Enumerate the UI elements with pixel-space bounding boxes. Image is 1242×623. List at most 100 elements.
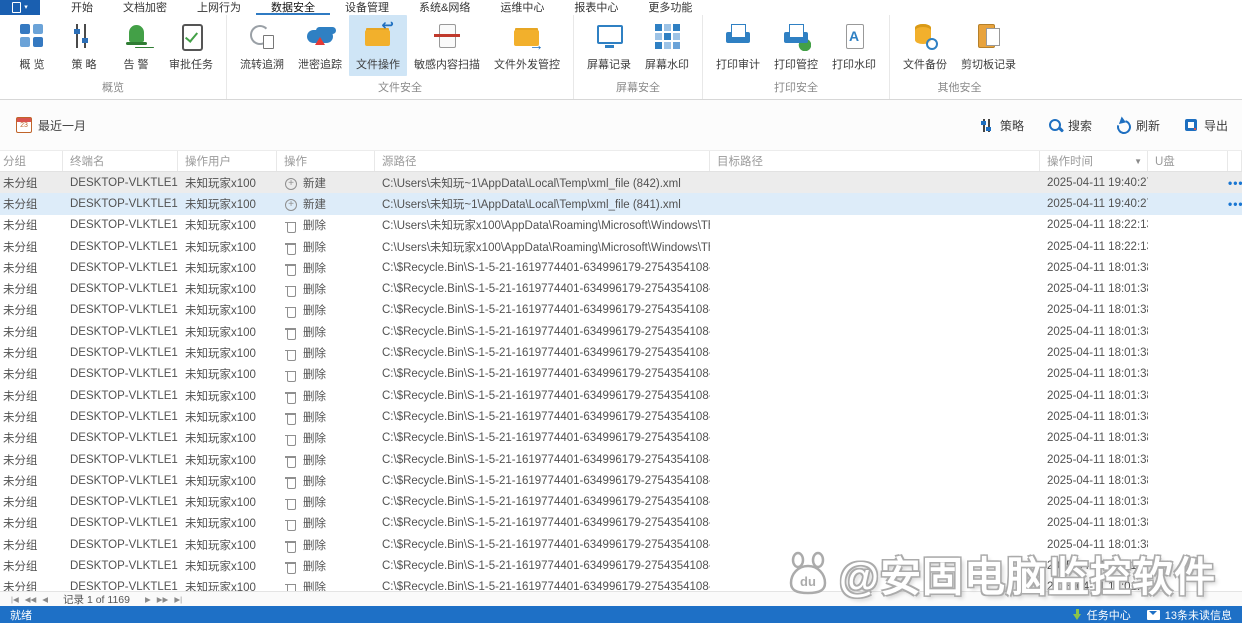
table-row[interactable]: 未分组 DESKTOP-VLKTLE1 未知玩家x100 删除 C:\$Recy… <box>0 321 1242 343</box>
task-center-button[interactable]: 任务中心 <box>1072 607 1131 623</box>
ribbon-button[interactable]: 概 览 <box>6 15 58 76</box>
toolbar-action-button[interactable]: 策略 <box>980 117 1024 134</box>
operation-label: 删除 <box>303 518 326 531</box>
toolbar-action-label: 策略 <box>999 118 1024 133</box>
column-header-user[interactable]: 操作用户 <box>178 151 277 171</box>
ribbon-button[interactable]: 泄密追踪 <box>291 15 349 76</box>
ribbon-button[interactable]: 文件操作 <box>349 15 407 76</box>
column-header-source-path[interactable]: 源路径 <box>375 151 710 171</box>
column-header-group[interactable]: 分组 <box>0 151 63 171</box>
table-row[interactable]: 未分组 DESKTOP-VLKTLE1 未知玩家x100 删除 C:\$Recy… <box>0 491 1242 513</box>
operation-icon <box>284 368 298 383</box>
ribbon-button[interactable]: 剪切板记录 <box>954 15 1023 76</box>
table-row[interactable]: 未分组 DESKTOP-VLKTLE1 未知玩家x100 删除 C:\$Recy… <box>0 299 1242 322</box>
nav-first-button[interactable]: |◀ <box>11 595 19 604</box>
column-header-time[interactable]: 操作时间 ▼ <box>1040 151 1148 171</box>
table-row[interactable]: 未分组 DESKTOP-VLKTLE1 未知玩家x100 删除 C:\Users… <box>0 235 1242 258</box>
column-header-terminal[interactable]: 终端名 <box>63 151 178 171</box>
cell-terminal: DESKTOP-VLKTLE1 <box>70 368 178 381</box>
app-menu-button[interactable]: ▾ <box>0 0 40 15</box>
ribbon-button[interactable]: 告 警 <box>110 15 162 76</box>
toolbar-action-label: 刷新 <box>1135 118 1160 133</box>
cell-time: 2025-04-11 18:01:38 <box>1047 283 1148 296</box>
menu-tab[interactable]: 系统&网络 <box>404 0 485 15</box>
mail-icon <box>1146 609 1160 620</box>
date-range-filter[interactable]: 最近一月 <box>16 117 86 134</box>
row-actions-button[interactable]: ••• <box>1228 197 1242 211</box>
operation-icon <box>284 283 298 298</box>
nav-last-button[interactable]: ▶| <box>174 595 182 604</box>
table-row[interactable]: 未分组 DESKTOP-VLKTLE1 未知玩家x100 删除 C:\$Recy… <box>0 384 1242 407</box>
nav-next-button[interactable]: ▶ <box>145 595 151 604</box>
table-row[interactable]: 未分组 DESKTOP-VLKTLE1 未知玩家x100 新建 C:\Users… <box>0 193 1242 215</box>
cell-source-path: C:\$Recycle.Bin\S-1-5-21-1619774401-6349… <box>382 559 710 572</box>
operation-label: 删除 <box>303 369 326 382</box>
unread-messages-label: 13条未读信息 <box>1164 609 1232 622</box>
ribbon-button-label: 打印水印 <box>832 59 876 71</box>
nav-next-page-button[interactable]: ▶▶ <box>157 595 169 604</box>
cell-user: 未知玩家x100 <box>185 539 256 552</box>
column-header-usb[interactable]: U盘 <box>1148 151 1228 171</box>
cell-time: 2025-04-11 18:01:38 <box>1047 453 1148 466</box>
toolbar-action-button[interactable]: 搜索 <box>1048 117 1092 134</box>
table-row[interactable]: 未分组 DESKTOP-VLKTLE1 未知玩家x100 删除 C:\$Recy… <box>0 448 1242 471</box>
table-row[interactable]: 未分组 DESKTOP-VLKTLE1 未知玩家x100 删除 C:\$Recy… <box>0 576 1242 592</box>
operation-label: 删除 <box>303 411 326 424</box>
cell-time: 2025-04-11 18:01:38 <box>1047 347 1148 360</box>
ribbon-button[interactable]: 敏感内容扫描 <box>407 15 487 76</box>
cell-terminal: DESKTOP-VLKTLE1 <box>70 325 178 338</box>
cell-source-path: C:\Users\未知玩~1\AppData\Local\Temp\xml_fi… <box>382 177 681 190</box>
table-row[interactable]: 未分组 DESKTOP-VLKTLE1 未知玩家x100 新建 C:\Users… <box>0 172 1242 194</box>
cell-user: 未知玩家x100 <box>185 497 256 510</box>
menu-tabs: 开始 文档加密 上网行为 数据安全 设备管理 系统&网络 运维中心 报表中心 更… <box>56 0 707 15</box>
table-row[interactable]: 未分组 DESKTOP-VLKTLE1 未知玩家x100 删除 C:\$Recy… <box>0 363 1242 385</box>
ribbon-button[interactable]: 文件备份 <box>896 15 954 76</box>
status-bar: 就绪 任务中心 13条未读信息 <box>0 606 1242 623</box>
menu-tab[interactable]: 数据安全 <box>256 0 330 15</box>
app-window: ▾ 开始 文档加密 上网行为 数据安全 设备管理 系统&网络 运维中心 报表中心… <box>0 0 1242 623</box>
ribbon-button[interactable]: 打印管控 <box>767 15 825 76</box>
column-header-target-path[interactable]: 目标路径 <box>710 151 1040 171</box>
menu-tab[interactable]: 文档加密 <box>108 0 182 15</box>
operation-label: 新建 <box>303 177 326 190</box>
toolbar-action-button[interactable]: 导出 <box>1184 117 1228 134</box>
ribbon-group-label: 概览 <box>102 82 124 94</box>
cell-time: 2025-04-11 18:01:38 <box>1047 261 1148 274</box>
menu-tab[interactable]: 开始 <box>56 0 108 15</box>
table-row[interactable]: 未分组 DESKTOP-VLKTLE1 未知玩家x100 删除 C:\$Recy… <box>0 555 1242 577</box>
cell-terminal: DESKTOP-VLKTLE1 <box>70 410 178 423</box>
nav-prev-page-button[interactable]: ◀◀ <box>25 595 37 604</box>
cell-operation: 删除 <box>277 366 375 383</box>
table-row[interactable]: 未分组 DESKTOP-VLKTLE1 未知玩家x100 删除 C:\$Recy… <box>0 342 1242 364</box>
menu-tab[interactable]: 上网行为 <box>182 0 256 15</box>
operation-label: 删除 <box>303 220 326 233</box>
ribbon-button[interactable]: 流转追溯 <box>233 15 291 76</box>
filter-caret-icon[interactable]: ▼ <box>1134 157 1142 166</box>
table-row[interactable]: 未分组 DESKTOP-VLKTLE1 未知玩家x100 删除 C:\$Recy… <box>0 534 1242 556</box>
table-row[interactable]: 未分组 DESKTOP-VLKTLE1 未知玩家x100 删除 C:\Users… <box>0 214 1242 236</box>
table-row[interactable]: 未分组 DESKTOP-VLKTLE1 未知玩家x100 删除 C:\$Recy… <box>0 512 1242 535</box>
row-actions-button[interactable]: ••• <box>1228 176 1242 190</box>
menu-tab[interactable]: 报表中心 <box>559 0 633 15</box>
column-header-operation[interactable]: 操作 <box>277 151 375 171</box>
nav-prev-button[interactable]: ◀ <box>42 595 48 604</box>
menu-tab[interactable]: 运维中心 <box>485 0 559 15</box>
table-row[interactable]: 未分组 DESKTOP-VLKTLE1 未知玩家x100 删除 C:\$Recy… <box>0 427 1242 449</box>
table-row[interactable]: 未分组 DESKTOP-VLKTLE1 未知玩家x100 删除 C:\$Recy… <box>0 406 1242 428</box>
unread-messages-button[interactable]: 13条未读信息 <box>1146 607 1232 623</box>
ribbon-button[interactable]: 策 略 <box>58 15 110 76</box>
table-row[interactable]: 未分组 DESKTOP-VLKTLE1 未知玩家x100 删除 C:\$Recy… <box>0 257 1242 279</box>
ribbon-button[interactable]: 屏幕记录 <box>580 15 638 76</box>
ribbon-button[interactable]: 审批任务 <box>162 15 220 76</box>
table-row[interactable]: 未分组 DESKTOP-VLKTLE1 未知玩家x100 删除 C:\$Recy… <box>0 278 1242 300</box>
ribbon-button[interactable]: 屏幕水印 <box>638 15 696 76</box>
ribbon-button[interactable]: 文件外发管控 <box>487 15 567 76</box>
menu-tab[interactable]: 设备管理 <box>330 0 404 15</box>
table-row[interactable]: 未分组 DESKTOP-VLKTLE1 未知玩家x100 删除 C:\$Recy… <box>0 470 1242 492</box>
toolbar-action-button[interactable]: 刷新 <box>1116 117 1160 134</box>
menu-tab[interactable]: 更多功能 <box>633 0 707 15</box>
ribbon-button[interactable]: 打印水印 <box>825 15 883 76</box>
ribbon-button-icon <box>432 21 462 51</box>
ribbon-button-label: 打印管控 <box>774 59 818 71</box>
ribbon-button[interactable]: 打印审计 <box>709 15 767 76</box>
